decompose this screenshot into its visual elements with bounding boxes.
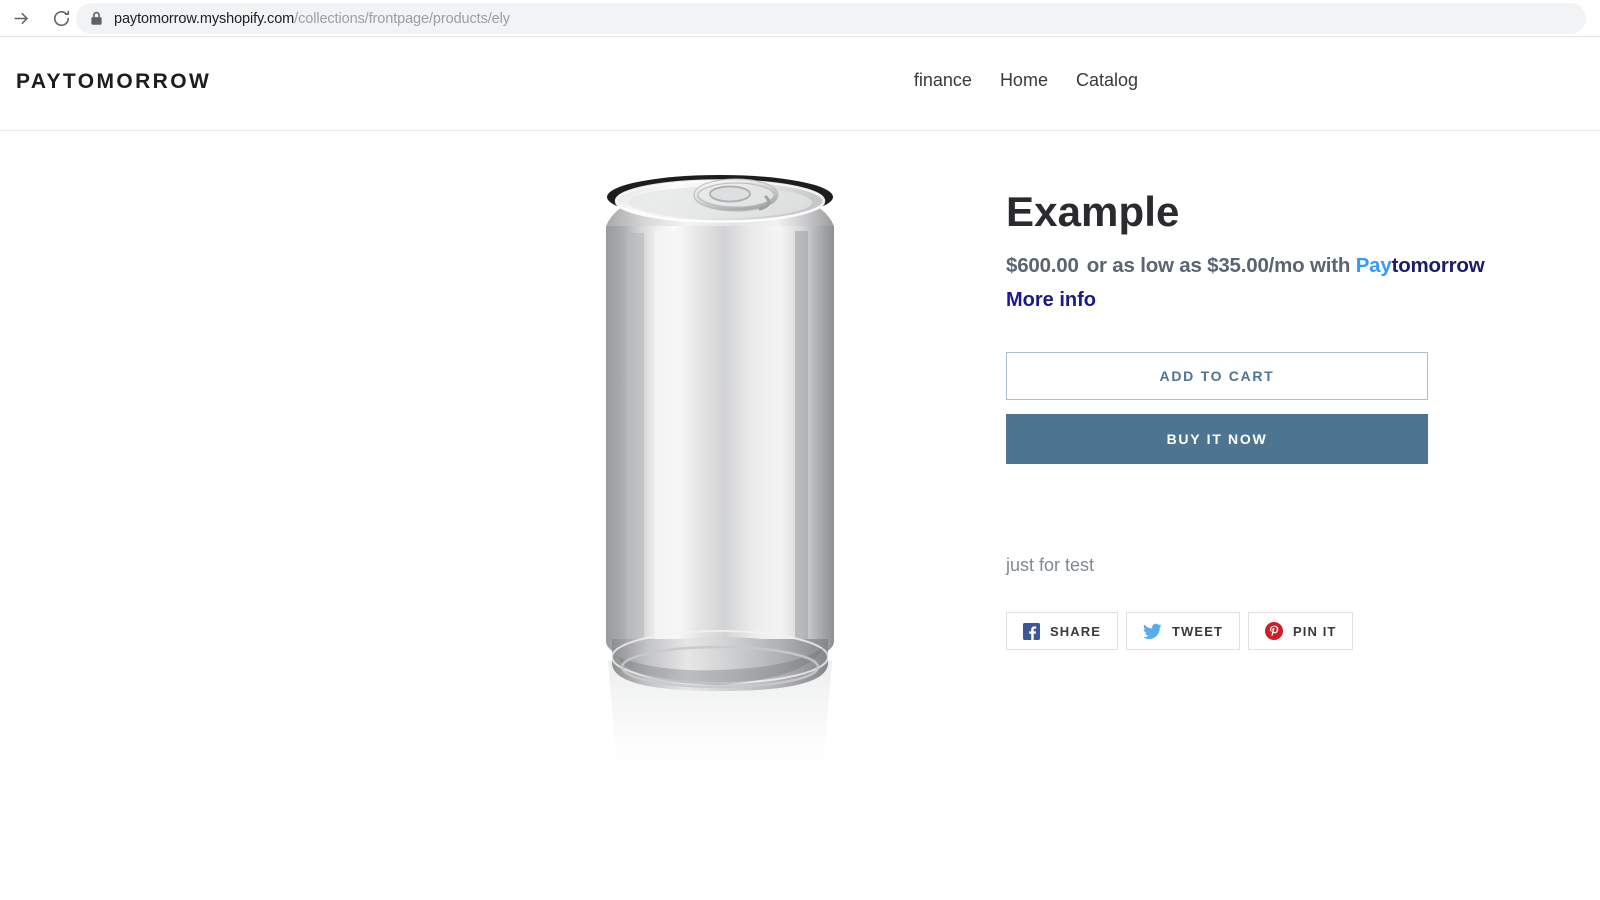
- lock-icon: [90, 11, 103, 26]
- paytomorrow-brand-pay: Pay: [1355, 254, 1392, 278]
- share-twitter-label: TWEET: [1172, 623, 1224, 639]
- product-media[interactable]: [560, 171, 980, 871]
- aluminum-soda-can-image: [606, 175, 834, 789]
- buy-it-now-button[interactable]: BUY IT NOW: [1006, 414, 1428, 465]
- nav-item-finance[interactable]: finance: [914, 70, 972, 91]
- forward-arrow-icon: [12, 9, 31, 28]
- reload-button[interactable]: [46, 3, 76, 33]
- forward-button[interactable]: [6, 3, 36, 33]
- add-to-cart-button[interactable]: ADD TO CART: [1006, 352, 1428, 401]
- product-page: Example $600.00 or as low as $35.00/mo wi…: [0, 131, 1600, 899]
- product-description: just for test: [1006, 555, 1095, 576]
- reload-icon: [52, 9, 71, 28]
- more-info-link[interactable]: More info: [1006, 289, 1096, 312]
- product-info: Example $600.00 or as low as $35.00/mo wi…: [1006, 188, 1566, 651]
- url-domain: paytomorrow.myshopify.com: [114, 10, 295, 27]
- price-and-financing: $600.00 or as low as $35.00/mo with Payto…: [1006, 254, 1566, 278]
- browser-chrome: paytomorrow.myshopify.com/collections/fr…: [0, 0, 1600, 37]
- main-navigation: finance Home Catalog: [914, 70, 1138, 91]
- share-twitter-button[interactable]: TWEET: [1126, 612, 1241, 651]
- twitter-icon: [1143, 623, 1162, 640]
- facebook-icon: [1023, 622, 1040, 640]
- share-pinterest-label: PIN IT: [1293, 623, 1337, 639]
- pinterest-icon: [1265, 622, 1284, 641]
- site-header: PAYTOMORROW finance Home Catalog: [0, 37, 1600, 131]
- brand-logo[interactable]: PAYTOMORROW: [16, 70, 211, 94]
- url-path: /collections/frontpage/products/ely: [294, 10, 510, 27]
- share-facebook-button[interactable]: SHARE: [1006, 612, 1119, 651]
- share-facebook-label: SHARE: [1050, 623, 1102, 639]
- nav-item-catalog[interactable]: Catalog: [1076, 70, 1138, 91]
- url-text: paytomorrow.myshopify.com/collections/fr…: [114, 11, 510, 27]
- product-price: $600.00: [1006, 254, 1079, 278]
- share-bar: SHARE TWEET PIN IT: [1006, 612, 1566, 651]
- paytomorrow-brand-tomorrow: tomorrow: [1391, 254, 1485, 278]
- product-title: Example: [1006, 188, 1180, 235]
- share-pinterest-button[interactable]: PIN IT: [1248, 612, 1354, 651]
- address-bar[interactable]: paytomorrow.myshopify.com/collections/fr…: [76, 3, 1586, 34]
- nav-item-home[interactable]: Home: [1000, 70, 1048, 91]
- purchase-actions: ADD TO CART BUY IT NOW: [1006, 352, 1428, 465]
- financing-text: or as low as $35.00/mo with: [1086, 254, 1351, 278]
